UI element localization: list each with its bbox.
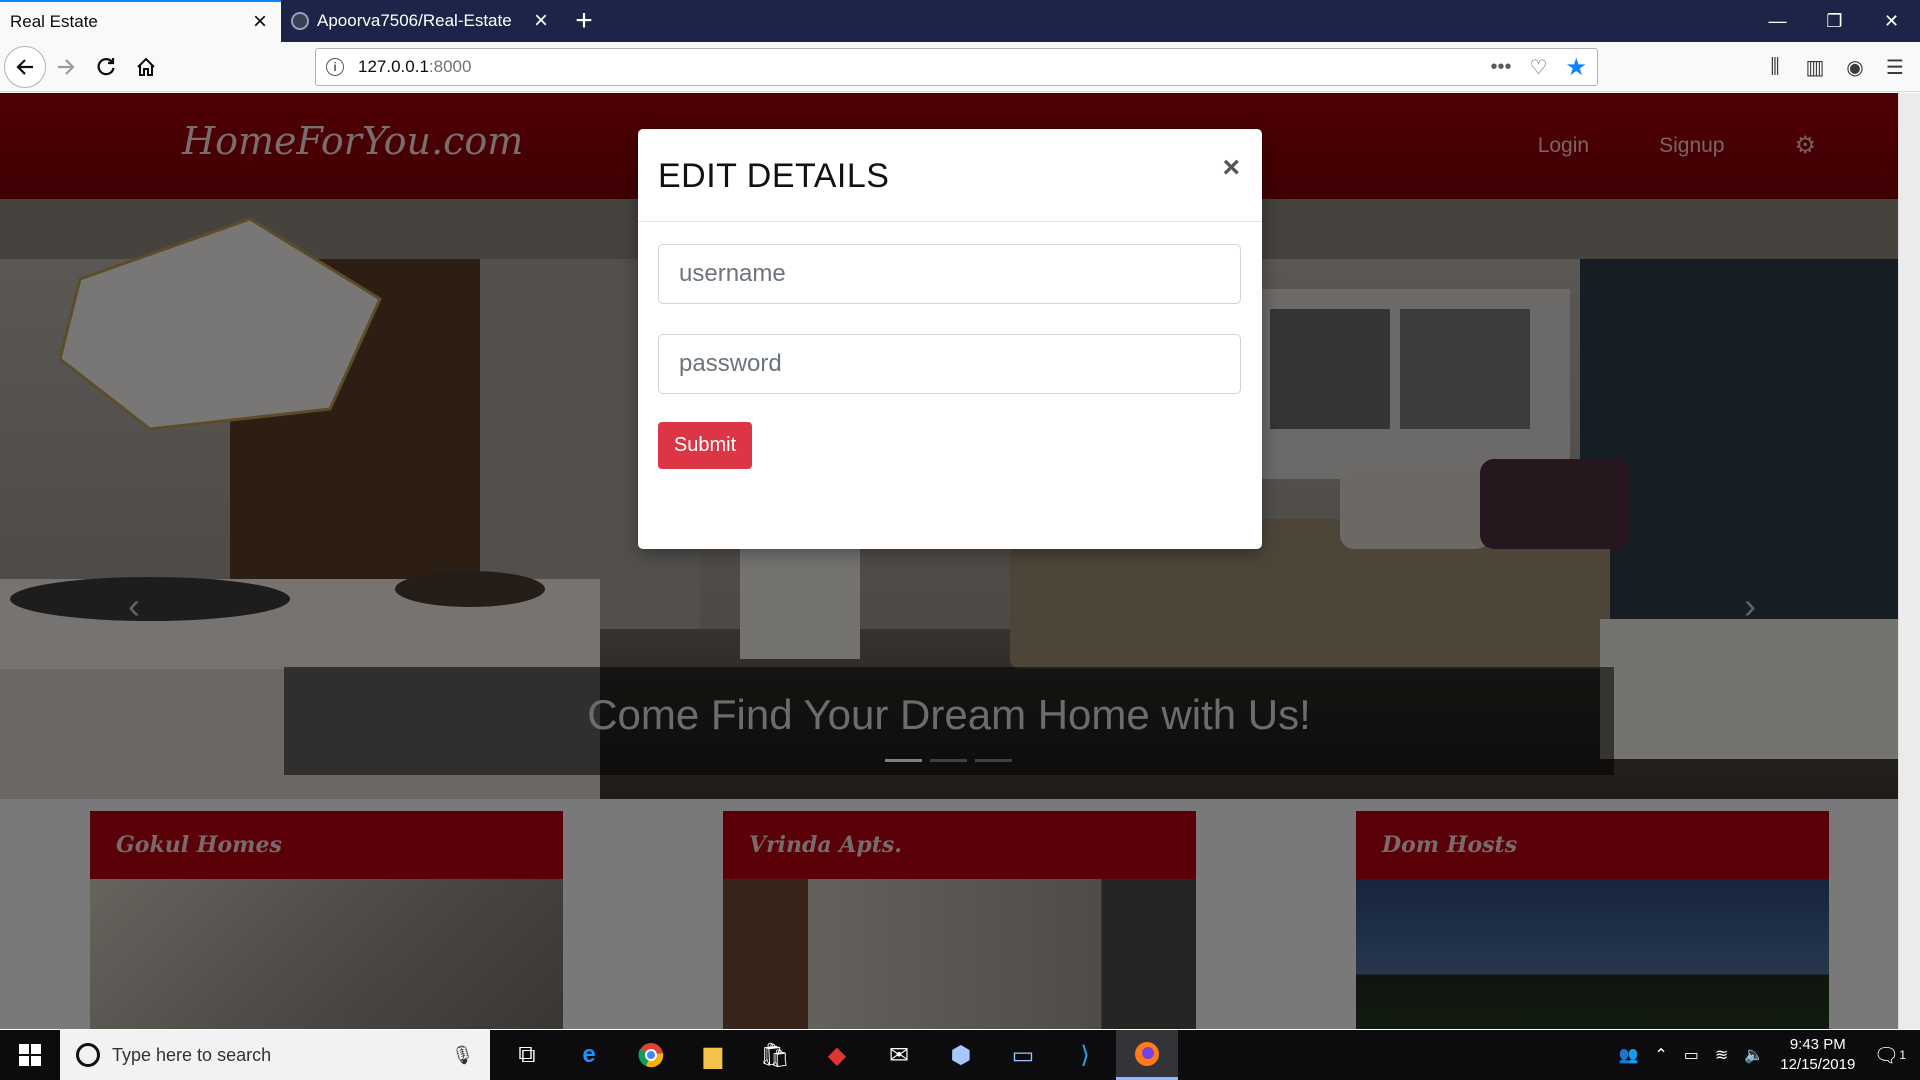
page-scrollbar[interactable] [1898, 93, 1920, 1029]
people-icon[interactable]: 👥 [1618, 1045, 1638, 1065]
windows-start-icon[interactable] [0, 1030, 60, 1080]
tab-github-repo[interactable]: Apoorva7506/Real-Estate × [281, 0, 562, 42]
browser-tab-bar: Real Estate × Apoorva7506/Real-Estate × … [0, 0, 1920, 42]
close-window-icon[interactable]: ✕ [1863, 0, 1920, 42]
restore-icon[interactable]: ❐ [1806, 0, 1863, 42]
url-host: 127.0.0.1 [358, 57, 429, 76]
back-arrow-icon [16, 58, 33, 75]
mail-icon[interactable]: ✉ [868, 1030, 930, 1080]
bookmark-star-icon[interactable]: ★ [1565, 53, 1587, 82]
cortana-icon[interactable] [76, 1043, 100, 1067]
url-port: :8000 [428, 57, 472, 76]
toolbar-right: ⫼ ▥ ◉ ☰ [1760, 47, 1910, 87]
store-icon[interactable]: 🛍 [744, 1030, 806, 1080]
minimize-icon[interactable]: — [1749, 0, 1806, 42]
clock-date: 12/15/2019 [1780, 1056, 1856, 1073]
github-icon [291, 12, 309, 30]
system-tray: 👥 ⌃ ▭ ≋ 🔈 9:43 PM 12/15/2019 🗨 1 [1618, 1035, 1920, 1075]
search-placeholder: Type here to search [112, 1044, 272, 1065]
forward-arrow-icon [58, 58, 75, 75]
volume-icon[interactable]: 🔈 [1744, 1045, 1764, 1065]
edge-icon[interactable]: e [558, 1030, 620, 1080]
info-icon[interactable]: i [326, 58, 344, 76]
home-button[interactable] [126, 47, 166, 87]
clock-time: 9:43 PM [1789, 1036, 1846, 1053]
pocket-icon[interactable]: ♡ [1530, 55, 1548, 80]
microphone-icon[interactable]: 🎙 [451, 1045, 474, 1066]
chrome-icon[interactable] [620, 1030, 682, 1080]
file-explorer-icon[interactable]: ▆ [682, 1030, 744, 1080]
menu-icon[interactable]: ☰ [1880, 47, 1910, 87]
close-icon[interactable]: × [249, 10, 271, 34]
chevron-up-icon[interactable]: ⌃ [1654, 1045, 1667, 1065]
notification-count: 1 [1899, 1048, 1906, 1062]
close-icon[interactable]: × [530, 9, 552, 33]
task-view-icon[interactable]: ⧉ [496, 1030, 558, 1080]
taskbar: Type here to search 🎙 ⧉ e ▆ 🛍 ◆ ✉ ⬢ ▭ ⟩ … [0, 1030, 1920, 1080]
back-button[interactable] [4, 45, 46, 88]
new-tab-button[interactable]: + [562, 0, 606, 42]
window-controls: — ❐ ✕ [1749, 0, 1920, 42]
edit-details-modal: EDIT DETAILS × Submit [638, 129, 1262, 549]
battery-icon[interactable]: ▭ [1684, 1045, 1699, 1065]
notification-icon[interactable]: 🗨 [1871, 1040, 1901, 1070]
reload-icon [97, 57, 115, 75]
sidebar-icon[interactable]: ▥ [1800, 47, 1830, 87]
browser-navbar: i 127.0.0.1:8000 ••• ♡ ★ ⫼ ▥ ◉ ☰ [0, 42, 1920, 92]
tab-title: Real Estate [10, 12, 98, 31]
remote-desktop-icon[interactable]: ▭ [992, 1030, 1054, 1080]
forward-button[interactable] [46, 47, 86, 87]
vscode-icon[interactable]: ⟩ [1054, 1030, 1116, 1080]
modal-close-button[interactable]: × [1222, 151, 1240, 185]
tab-real-estate[interactable]: Real Estate × [0, 0, 281, 42]
submit-button[interactable]: Submit [658, 422, 752, 469]
tab-title: Apoorva7506/Real-Estate [317, 11, 512, 30]
firefox-icon[interactable] [1116, 1030, 1178, 1080]
page-actions-icon[interactable]: ••• [1491, 56, 1512, 79]
modal-header: EDIT DETAILS × [638, 129, 1262, 222]
home-icon [137, 57, 155, 76]
account-icon[interactable]: ◉ [1840, 47, 1870, 87]
game-icon[interactable]: ◆ [806, 1030, 868, 1080]
username-input[interactable] [658, 244, 1241, 304]
reload-button[interactable] [86, 47, 126, 87]
wifi-icon[interactable]: ≋ [1715, 1045, 1728, 1065]
taskbar-search[interactable]: Type here to search 🎙 [60, 1030, 490, 1080]
windows-logo-icon [19, 1044, 41, 1066]
modal-title: EDIT DETAILS [658, 157, 890, 195]
cube-app-icon[interactable]: ⬢ [930, 1030, 992, 1080]
clock[interactable]: 9:43 PM 12/15/2019 [1780, 1035, 1855, 1075]
taskbar-apps: ⧉ e ▆ 🛍 ◆ ✉ ⬢ ▭ ⟩ [496, 1030, 1178, 1080]
url-bar[interactable]: i 127.0.0.1:8000 ••• ♡ ★ [315, 48, 1598, 86]
library-icon[interactable]: ⫼ [1760, 47, 1790, 87]
password-input[interactable] [658, 334, 1241, 394]
